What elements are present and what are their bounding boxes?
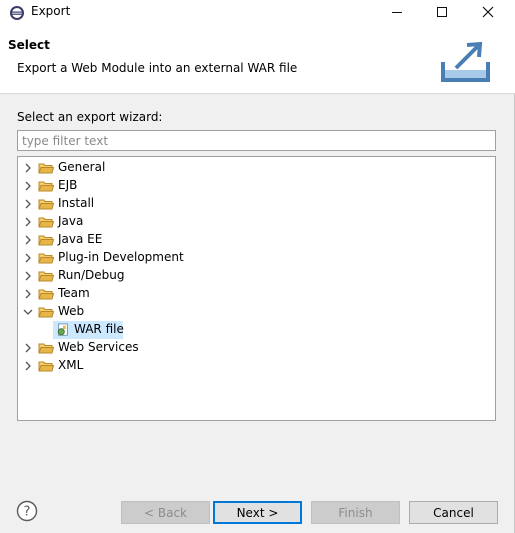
tree-item-label: Java EE: [58, 232, 103, 246]
chevron-right-icon[interactable]: [22, 180, 34, 192]
chevron-right-icon[interactable]: [22, 234, 34, 246]
page-description: Export a Web Module into an external WAR…: [17, 61, 298, 75]
folder-icon: [38, 289, 54, 300]
minimize-icon: [392, 12, 402, 13]
tree-item-label: EJB: [58, 178, 78, 192]
folder-icon: [38, 343, 54, 354]
tree-item-label: Web Services: [58, 340, 139, 354]
back-button[interactable]: < Back: [121, 501, 210, 524]
folder-icon: [38, 163, 54, 174]
folder-icon: [38, 235, 54, 246]
wizard-tree[interactable]: General EJB Install Java Java EE Plug-in Deve…: [17, 156, 496, 421]
tree-folder-item[interactable]: Install: [18, 195, 495, 213]
export-wizard-icon: [441, 41, 490, 82]
tree-item-label: Web: [58, 304, 85, 318]
chevron-right-icon[interactable]: [22, 360, 34, 372]
page-title: Select: [8, 38, 50, 52]
tree-folder-item[interactable]: Web: [18, 303, 495, 321]
war-file-icon: [57, 323, 68, 336]
tree-item-label: Install: [58, 196, 95, 210]
chevron-right-icon[interactable]: [22, 252, 34, 264]
chevron-right-icon[interactable]: [22, 216, 34, 228]
chevron-right-icon[interactable]: [22, 270, 34, 282]
tree-item-label: Team: [58, 286, 90, 300]
folder-icon: [38, 253, 54, 264]
eclipse-app-icon: [10, 6, 24, 20]
maximize-button[interactable]: [420, 0, 464, 24]
tree-folder-item[interactable]: Team: [18, 285, 495, 303]
wizard-banner: Select Export a Web Module into an exter…: [0, 24, 515, 94]
tree-item-label: Plug-in Development: [58, 250, 184, 264]
cancel-button[interactable]: Cancel: [409, 501, 498, 524]
chevron-right-icon[interactable]: [22, 342, 34, 354]
chevron-right-icon[interactable]: [22, 198, 34, 210]
tree-folder-item[interactable]: Web Services: [18, 339, 495, 357]
export-dialog: Export Select Export a Web Module into a…: [0, 0, 515, 533]
tree-folder-item[interactable]: Java: [18, 213, 495, 231]
svg-text:?: ?: [24, 505, 31, 520]
next-button[interactable]: Next >: [213, 501, 302, 524]
wizard-list-label: Select an export wizard:: [17, 110, 163, 124]
folder-icon: [38, 199, 54, 210]
folder-icon: [38, 181, 54, 192]
close-icon: [482, 6, 494, 18]
finish-button[interactable]: Finish: [311, 501, 400, 524]
maximize-icon: [437, 7, 447, 17]
chevron-right-icon[interactable]: [22, 162, 34, 174]
folder-icon: [38, 217, 54, 228]
tree-folder-item[interactable]: EJB: [18, 177, 495, 195]
filter-input[interactable]: [17, 130, 496, 151]
tree-folder-item[interactable]: General: [18, 159, 495, 177]
close-button[interactable]: [466, 0, 510, 24]
tree-item-label: General: [58, 160, 106, 174]
tree-leaf-item[interactable]: WAR file: [18, 321, 495, 339]
chevron-right-icon[interactable]: [22, 288, 34, 300]
tree-folder-item[interactable]: Java EE: [18, 231, 495, 249]
tree-item-label: Java: [58, 214, 84, 228]
help-icon[interactable]: ?: [16, 500, 38, 522]
title-bar: Export: [0, 0, 515, 24]
window-title: Export: [31, 4, 71, 18]
tree-item-label: XML: [58, 358, 84, 372]
tree-folder-item[interactable]: XML: [18, 357, 495, 375]
tree-folder-item[interactable]: Run/Debug: [18, 267, 495, 285]
folder-icon: [38, 271, 54, 282]
tree-folder-item[interactable]: Plug-in Development: [18, 249, 495, 267]
folder-icon: [38, 307, 54, 318]
tree-item-label: WAR file: [74, 322, 124, 336]
minimize-button[interactable]: [375, 0, 419, 24]
chevron-down-icon[interactable]: [22, 306, 34, 318]
tree-item-label: Run/Debug: [58, 268, 125, 282]
folder-icon: [38, 361, 54, 372]
